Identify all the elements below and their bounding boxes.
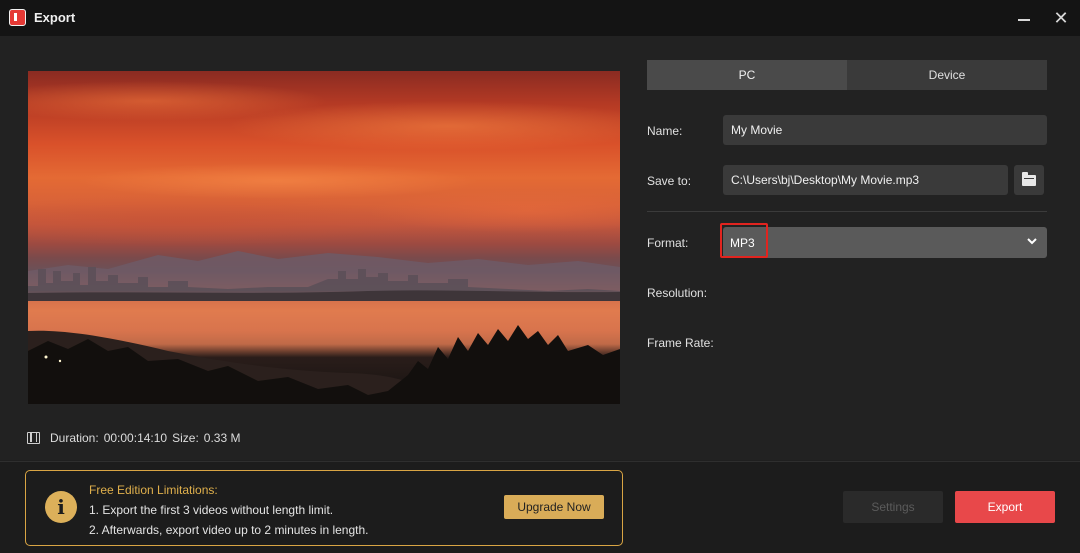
- close-button[interactable]: ✕: [1049, 6, 1073, 30]
- size-label: Size:: [172, 431, 199, 445]
- tab-pc[interactable]: PC: [647, 60, 847, 90]
- notice-line-1: 1. Export the first 3 videos without len…: [89, 503, 334, 517]
- city-skyline: [28, 267, 620, 301]
- browse-folder-button[interactable]: [1014, 165, 1044, 195]
- duration-value: 00:00:14:10: [103, 431, 168, 445]
- folder-icon: [1022, 171, 1036, 186]
- bottom-bar: i Free Edition Limitations: 1. Export th…: [0, 461, 1080, 553]
- format-select[interactable]: MP3: [723, 227, 1047, 258]
- resolution-label: Resolution:: [647, 286, 708, 300]
- chevron-down-icon[interactable]: [1027, 236, 1037, 246]
- app-logo-icon: [9, 9, 26, 26]
- info-icon: i: [45, 491, 77, 523]
- size-value: 0.33 M: [203, 431, 241, 445]
- save-to-label: Save to:: [647, 174, 692, 188]
- duration-label: Duration:: [50, 431, 99, 445]
- main-panel: Duration: 00:00:14:10 Size: 0.33 M PC De…: [0, 36, 1080, 460]
- format-label: Format:: [647, 236, 689, 250]
- name-label: Name:: [647, 124, 683, 138]
- settings-button[interactable]: Settings: [843, 491, 943, 523]
- film-icon: [27, 432, 40, 444]
- format-value: MP3: [730, 235, 755, 250]
- foreground-trees: [28, 325, 620, 404]
- export-button[interactable]: Export: [955, 491, 1055, 523]
- title-bar: Export ✕: [0, 0, 1080, 36]
- frame-rate-label: Frame Rate:: [647, 336, 714, 350]
- export-target-tabs: PC Device: [647, 60, 1047, 90]
- tab-device[interactable]: Device: [847, 60, 1047, 90]
- save-path-field[interactable]: C:\Users\bj\Desktop\My Movie.mp3: [723, 165, 1008, 195]
- upgrade-now-button[interactable]: Upgrade Now: [504, 495, 604, 519]
- free-edition-notice: i Free Edition Limitations: 1. Export th…: [25, 470, 623, 546]
- sky-clouds: [28, 71, 620, 261]
- minimize-button[interactable]: [1012, 6, 1036, 30]
- window-title: Export: [34, 10, 76, 25]
- name-field[interactable]: My Movie: [723, 115, 1047, 145]
- video-preview: [28, 71, 620, 404]
- section-divider: [647, 211, 1047, 212]
- notice-title: Free Edition Limitations:: [89, 483, 218, 497]
- notice-line-2: 2. Afterwards, export video up to 2 minu…: [89, 523, 369, 537]
- media-info: Duration: 00:00:14:10 Size: 0.33 M: [27, 431, 245, 445]
